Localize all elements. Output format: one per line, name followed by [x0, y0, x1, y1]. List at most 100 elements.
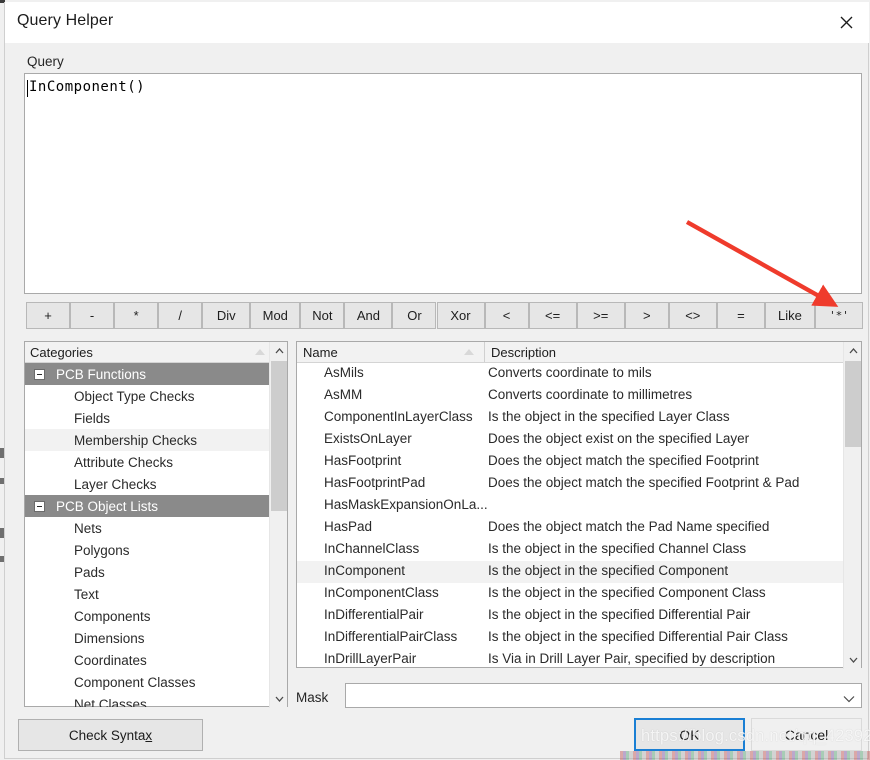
query-input[interactable]: InComponent() [24, 73, 862, 294]
op-equal-label: = [737, 308, 745, 323]
category-item[interactable]: Dimensions [25, 627, 269, 649]
function-description: Is Via in Drill Layer Pair, specified by… [488, 651, 776, 666]
op-like-label: Like [778, 308, 802, 323]
function-name: ExistsOnLayer [324, 431, 412, 446]
function-row[interactable]: ComponentInLayerClass Is the object in th… [297, 407, 843, 429]
category-item[interactable]: Membership Checks [25, 429, 269, 451]
ok-button[interactable]: OK [634, 718, 745, 751]
scroll-up-icon[interactable] [270, 342, 288, 360]
category-item[interactable]: Polygons [25, 539, 269, 561]
op-div-button[interactable]: Div [202, 302, 251, 329]
op-minus-button[interactable]: - [70, 302, 115, 329]
function-row[interactable]: InComponent Is the object in the specifie… [297, 561, 843, 583]
mask-combobox[interactable] [345, 683, 862, 708]
collapse-icon[interactable] [34, 369, 45, 380]
categories-panel: Categories PCB Functions Object Type Chec… [24, 341, 288, 708]
collapse-icon[interactable] [34, 501, 45, 512]
function-name: HasFootprint [324, 453, 402, 468]
category-group[interactable]: PCB Object Lists [25, 495, 269, 517]
scroll-down-icon[interactable] [270, 690, 288, 708]
functions-scrollbar[interactable] [843, 342, 861, 669]
op-greater-equal-label: >= [593, 308, 609, 323]
category-item[interactable]: Pads [25, 561, 269, 583]
category-item[interactable]: Net Classes [25, 693, 269, 708]
category-label: PCB Functions [56, 366, 147, 382]
column-header-name-label: Name [303, 345, 338, 360]
column-header-name[interactable]: Name [297, 342, 485, 362]
op-plus-button[interactable]: + [26, 302, 70, 329]
category-label: Coordinates [74, 652, 147, 668]
function-description: Is the object in the specified Component… [488, 585, 766, 600]
category-label: PCB Object Lists [56, 498, 159, 514]
op-xor-button[interactable]: Xor [436, 302, 485, 329]
category-item[interactable]: Text [25, 583, 269, 605]
operator-button-row: + - * / Div Mod Not And Or Xor < <= >= > <> = Like '*' [26, 302, 863, 329]
function-row[interactable]: InComponentClass Is the object in the spe… [297, 583, 843, 605]
op-not-equal-button[interactable]: <> [668, 302, 717, 329]
chevron-down-icon[interactable] [843, 690, 855, 708]
function-row[interactable]: InDrillLayerPair Is Via in Drill Layer Pa… [297, 649, 843, 668]
op-or-button[interactable]: Or [392, 302, 437, 329]
function-description: Is the object in the specified Layer Cla… [488, 409, 730, 424]
bottom-edge-artifact [620, 751, 870, 760]
scroll-down-icon[interactable] [844, 651, 862, 669]
sort-ascending-icon [464, 349, 474, 355]
functions-scroll-thumb[interactable] [845, 361, 861, 447]
category-item[interactable]: Component Classes [25, 671, 269, 693]
scroll-up-icon[interactable] [844, 342, 862, 360]
categories-scrollbar[interactable] [269, 342, 287, 708]
function-name: InComponentClass [324, 585, 439, 600]
text-caret [27, 80, 28, 97]
category-item[interactable]: Attribute Checks [25, 451, 269, 473]
op-like-button[interactable]: Like [764, 302, 815, 329]
function-row[interactable]: InDifferentialPair Is the object in the s… [297, 605, 843, 627]
category-item[interactable]: Coordinates [25, 649, 269, 671]
function-name: InChannelClass [324, 541, 420, 556]
check-syntax-button[interactable]: Check Synta x [18, 719, 203, 751]
window-title: Query Helper [17, 12, 114, 29]
category-item[interactable]: Nets [25, 517, 269, 539]
function-row[interactable]: HasPad Does the object match the Pad Name… [297, 517, 843, 539]
function-row[interactable]: ExistsOnLayer Does the object exist on th… [297, 429, 843, 451]
categories-header[interactable]: Categories [25, 342, 287, 363]
op-less-equal-button[interactable]: <= [528, 302, 577, 329]
op-equal-button[interactable]: = [716, 302, 765, 329]
category-label: Membership Checks [74, 432, 198, 448]
category-item[interactable]: Object Type Checks [25, 385, 269, 407]
function-description: Does the object match the specified Foot… [488, 453, 759, 468]
op-greater-than-button[interactable]: > [624, 302, 669, 329]
functions-list[interactable]: AsMils Converts coordinate to mils AsMM Con… [297, 363, 843, 668]
op-divide-button[interactable]: / [158, 302, 203, 329]
function-name: ComponentInLayerClass [324, 409, 473, 424]
op-not-equal-label: <> [685, 308, 701, 323]
category-label: Polygons [74, 542, 130, 558]
op-multiply-button[interactable]: * [114, 302, 159, 329]
op-greater-equal-button[interactable]: >= [576, 302, 625, 329]
op-less-than-button[interactable]: < [484, 302, 529, 329]
op-mod-button[interactable]: Mod [250, 302, 301, 329]
category-label: Nets [74, 520, 102, 536]
function-row[interactable]: AsMM Converts coordinate to millimetres [297, 385, 843, 407]
function-row[interactable]: HasMaskExpansionOnLa... [297, 495, 843, 517]
function-row[interactable]: InChannelClass Is the object in the speci… [297, 539, 843, 561]
op-not-button[interactable]: Not [300, 302, 345, 329]
function-row[interactable]: HasFootprint Does the object match the sp… [297, 451, 843, 473]
category-group[interactable]: PCB Functions [25, 363, 269, 385]
category-label: Fields [74, 410, 111, 426]
function-row[interactable]: HasFootprintPad Does the object match the… [297, 473, 843, 495]
cancel-button[interactable]: Cancel [751, 718, 862, 751]
function-row[interactable]: AsMils Converts coordinate to mils [297, 363, 843, 385]
column-header-description[interactable]: Description [485, 342, 843, 362]
function-row[interactable]: InDifferentialPairClass Is the object in … [297, 627, 843, 649]
category-item[interactable]: Layer Checks [25, 473, 269, 495]
categories-tree[interactable]: PCB Functions Object Type Checks Fields Mem… [25, 363, 269, 707]
close-button[interactable] [823, 2, 869, 43]
categories-scroll-thumb[interactable] [271, 361, 287, 511]
op-wildcard-button[interactable]: '*' [815, 302, 863, 329]
op-and-button[interactable]: And [344, 302, 393, 329]
category-item[interactable]: Fields [25, 407, 269, 429]
op-xor-label: Xor [450, 308, 471, 323]
op-div-label: Div [216, 308, 236, 323]
op-mod-label: Mod [262, 308, 288, 323]
category-item[interactable]: Components [25, 605, 269, 627]
